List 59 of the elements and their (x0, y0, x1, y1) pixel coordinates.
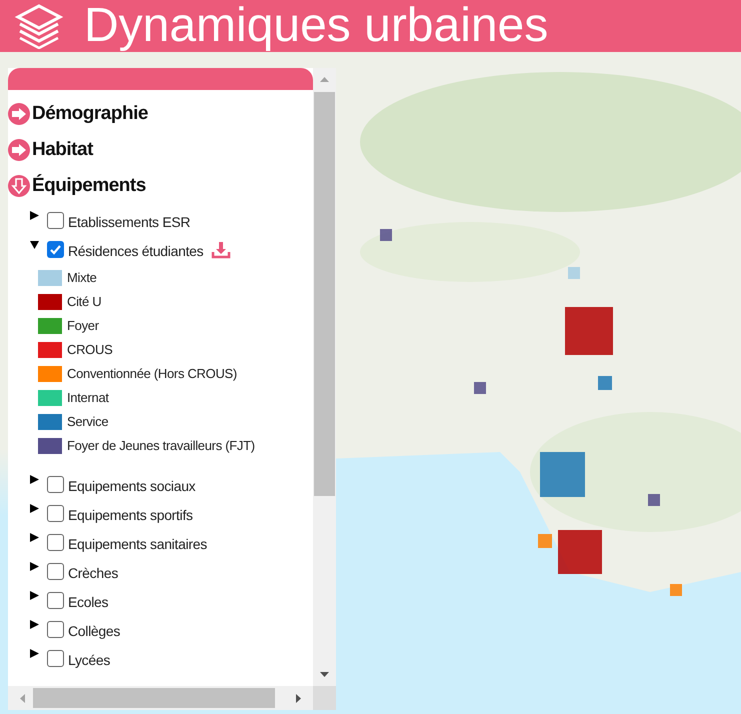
download-icon[interactable] (211, 240, 232, 258)
legend-label: CROUS (67, 341, 112, 360)
scroll-right-icon[interactable] (296, 694, 301, 702)
map-marker[interactable] (565, 307, 613, 355)
layer-checkbox[interactable] (47, 241, 64, 258)
layer-label: Collèges (68, 622, 120, 641)
layer-label: Résidences étudiantes (68, 242, 204, 261)
layer-checkbox[interactable] (47, 592, 64, 609)
layer-label: Equipements sanitaires (68, 535, 207, 554)
collapsed-triangle-icon[interactable] (30, 591, 39, 600)
layer-label: Equipements sociaux (68, 477, 196, 496)
section-heading[interactable]: Démographie (32, 100, 148, 128)
legend-label: Cité U (67, 293, 102, 312)
section-heading[interactable]: Habitat (32, 136, 93, 164)
layer-checkbox[interactable] (47, 650, 64, 667)
legend-label: Internat (67, 389, 109, 408)
layer-label: Crèches (68, 564, 118, 583)
legend-label: Conventionnée (Hors CROUS) (67, 365, 237, 384)
layer-label: Equipements sportifs (68, 506, 193, 525)
layers-icon (14, 3, 64, 49)
layer-checkbox[interactable] (47, 476, 64, 493)
layer-label: Etablissements ESR (68, 213, 190, 232)
map-marker[interactable] (538, 534, 552, 548)
scrollbar-thumb[interactable] (314, 92, 335, 496)
scrollbar-corner (313, 686, 336, 710)
legend-label: Foyer (67, 317, 99, 336)
layer-label: Lycées (68, 651, 110, 670)
collapsed-triangle-icon[interactable] (30, 475, 39, 484)
map-marker[interactable] (648, 494, 660, 506)
collapsed-triangle-icon[interactable] (30, 211, 39, 220)
collapsed-triangle-icon[interactable] (30, 504, 39, 513)
collapsed-triangle-icon[interactable] (30, 562, 39, 571)
layer-checkbox[interactable] (47, 621, 64, 638)
legend-label: Foyer de Jeunes travailleurs (FJT) (67, 437, 255, 456)
map-marker[interactable] (670, 584, 682, 596)
map-marker[interactable] (540, 452, 585, 497)
legend-label: Mixte (67, 269, 97, 288)
map-marker[interactable] (558, 530, 602, 574)
layer-checkbox[interactable] (47, 534, 64, 551)
layer-checkbox[interactable] (47, 563, 64, 580)
scrollbar-thumb[interactable] (33, 688, 275, 708)
scroll-down-icon[interactable] (320, 672, 329, 677)
layer-checkbox[interactable] (47, 212, 64, 229)
horizontal-scrollbar[interactable] (8, 686, 313, 710)
collapsed-triangle-icon[interactable] (30, 649, 39, 658)
legend-label: Service (67, 413, 108, 432)
map-marker[interactable] (474, 382, 486, 394)
map-marker[interactable] (380, 229, 392, 241)
map-marker[interactable] (598, 376, 612, 390)
map-marker[interactable] (568, 267, 580, 279)
layer-label: Ecoles (68, 593, 108, 612)
down-arrow-icon[interactable] (8, 175, 30, 197)
app-title: Dynamiques urbaines (84, 2, 548, 50)
layer-checkbox[interactable] (47, 505, 64, 522)
collapsed-triangle-icon[interactable] (30, 533, 39, 542)
vertical-scrollbar[interactable] (313, 68, 336, 686)
expanded-triangle-icon[interactable] (30, 240, 39, 248)
collapsed-triangle-icon[interactable] (30, 620, 39, 629)
section-heading[interactable]: Équipements (32, 172, 146, 200)
